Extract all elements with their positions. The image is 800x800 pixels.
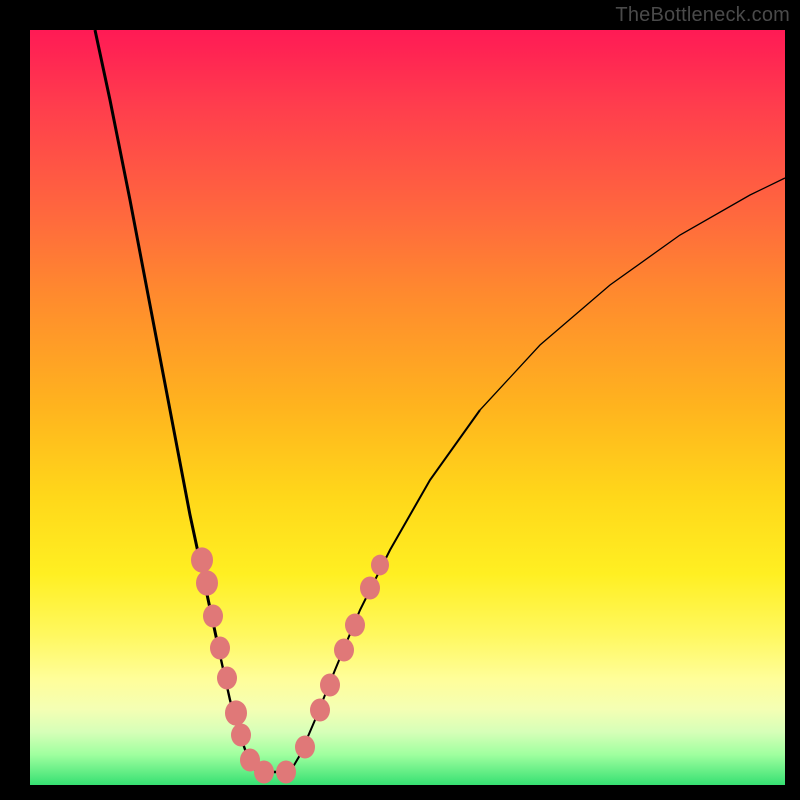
data-dot: [254, 761, 274, 784]
bottleneck-curve-right-tail: [480, 178, 785, 410]
data-dot: [295, 736, 315, 759]
data-dot: [217, 667, 237, 690]
curve-overlay: [30, 30, 785, 785]
data-dot: [225, 700, 247, 725]
data-dot: [210, 637, 230, 660]
data-dot: [191, 547, 213, 572]
data-dot: [310, 699, 330, 722]
data-dot: [203, 605, 223, 628]
data-dot: [345, 614, 365, 637]
data-dot: [371, 555, 389, 576]
data-dot: [276, 761, 296, 784]
data-dot: [196, 570, 218, 595]
attribution-text: TheBottleneck.com: [615, 4, 790, 27]
data-dot: [320, 674, 340, 697]
data-dot: [334, 639, 354, 662]
plot-area: [30, 30, 785, 785]
data-dots: [191, 547, 389, 783]
data-dot: [360, 577, 380, 600]
data-dot: [231, 724, 251, 747]
chart-frame: TheBottleneck.com: [0, 0, 800, 800]
